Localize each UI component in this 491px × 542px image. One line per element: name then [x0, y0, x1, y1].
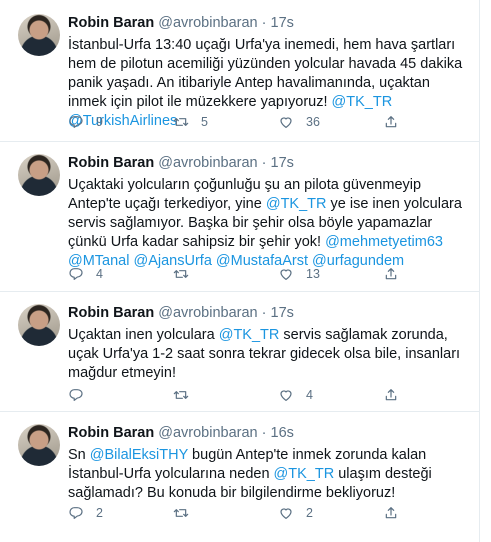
author-handle[interactable]: @avrobinbaran [158, 155, 257, 171]
tweet-text-segment: İstanbul-Urfa 13:40 uçağı Urfa'ya inemed… [68, 37, 463, 110]
tweet-actions: 4 13 [68, 266, 413, 282]
tweet-text-segment: Sn [68, 447, 90, 463]
mention-link[interactable]: @BilalEksiTHY [90, 447, 188, 463]
separator-dot: · [261, 15, 267, 31]
tweet[interactable]: Robin Baran @avrobinbaran · 17s Uçaktan … [0, 292, 479, 412]
share-icon [385, 507, 397, 519]
like-count: 2 [306, 506, 313, 520]
heart-icon [280, 117, 292, 128]
retweet-button[interactable] [173, 505, 278, 521]
avatar[interactable] [18, 424, 60, 466]
share-icon [385, 116, 397, 128]
tweet-actions: 4 [68, 387, 413, 403]
avatar[interactable] [18, 304, 60, 346]
retweet-icon [173, 270, 189, 278]
timestamp[interactable]: 17s [271, 305, 294, 321]
reply-count: 2 [96, 506, 103, 520]
tweet-actions: 9 5 36 [68, 114, 413, 130]
author-name[interactable]: Robin Baran [68, 15, 154, 31]
tweet-header: Robin Baran @avrobinbaran · 17s [68, 154, 469, 172]
reply-icon [69, 507, 83, 519]
reply-count: 4 [96, 267, 103, 281]
tweet-header: Robin Baran @avrobinbaran · 16s [68, 424, 469, 442]
mention-link[interactable]: @TK_TR [332, 94, 393, 110]
avatar[interactable] [18, 14, 60, 56]
retweet-button[interactable] [173, 266, 278, 282]
reply-button[interactable]: 4 [68, 266, 173, 282]
separator-dot: · [261, 305, 267, 321]
tweet-text: Sn @BilalEksiTHY bugün Antep'te inmek zo… [68, 446, 469, 503]
reply-count: 9 [96, 115, 103, 129]
tweet-actions: 2 2 [68, 505, 413, 521]
tweet-header: Robin Baran @avrobinbaran · 17s [68, 304, 469, 322]
retweet-icon [173, 509, 189, 517]
tweet-text: Uçaktaki yolcuların çoğunluğu şu an pilo… [68, 176, 469, 271]
author-name[interactable]: Robin Baran [68, 155, 154, 171]
mention-link[interactable]: @TK_TR [274, 466, 335, 482]
like-count: 36 [306, 115, 320, 129]
like-button[interactable]: 13 [278, 266, 383, 282]
author-handle[interactable]: @avrobinbaran [158, 425, 257, 441]
retweet-icon [173, 118, 189, 126]
mention-link[interactable]: @TK_TR [219, 327, 280, 343]
share-button[interactable] [383, 505, 413, 521]
author-name[interactable]: Robin Baran [68, 425, 154, 441]
mention-link[interactable]: @TK_TR [266, 196, 327, 212]
tweet-header: Robin Baran @avrobinbaran · 17s [68, 14, 469, 32]
heart-icon [280, 508, 292, 519]
like-button[interactable]: 2 [278, 505, 383, 521]
like-button[interactable]: 36 [278, 114, 383, 130]
separator-dot: · [261, 155, 267, 171]
heart-icon [280, 269, 292, 280]
tweet-text-segment: Uçaktan inen yolculara [68, 327, 219, 343]
author-handle[interactable]: @avrobinbaran [158, 15, 257, 31]
share-icon [385, 389, 397, 401]
share-button[interactable] [383, 266, 413, 282]
retweet-icon [173, 391, 189, 399]
heart-icon [280, 390, 292, 401]
reply-button[interactable]: 2 [68, 505, 173, 521]
author-handle[interactable]: @avrobinbaran [158, 305, 257, 321]
tweet-thread: Robin Baran @avrobinbaran · 17s İstanbul… [0, 0, 480, 542]
reply-icon [69, 389, 83, 401]
retweet-button[interactable] [173, 387, 278, 403]
share-icon [385, 268, 397, 280]
like-count: 13 [306, 267, 320, 281]
timestamp[interactable]: 17s [271, 155, 294, 171]
tweet[interactable]: Robin Baran @avrobinbaran · 17s İstanbul… [0, 0, 479, 142]
like-count: 4 [306, 388, 313, 402]
reply-button[interactable] [68, 387, 173, 403]
timestamp[interactable]: 16s [271, 425, 294, 441]
share-button[interactable] [383, 387, 413, 403]
reply-icon [69, 268, 83, 280]
retweet-button[interactable]: 5 [173, 114, 278, 130]
tweet[interactable]: Robin Baran @avrobinbaran · 16s Sn @Bila… [0, 412, 479, 542]
reply-button[interactable]: 9 [68, 114, 173, 130]
tweet-text: Uçaktan inen yolculara @TK_TR servis sağ… [68, 326, 469, 383]
timestamp[interactable]: 17s [271, 15, 294, 31]
share-button[interactable] [383, 114, 413, 130]
retweet-count: 5 [201, 115, 208, 129]
tweet[interactable]: Robin Baran @avrobinbaran · 17s Uçaktaki… [0, 142, 479, 292]
reply-icon [69, 116, 83, 128]
separator-dot: · [261, 425, 267, 441]
author-name[interactable]: Robin Baran [68, 305, 154, 321]
mention-link[interactable]: @mehmetyetim63 [325, 234, 443, 250]
like-button[interactable]: 4 [278, 387, 383, 403]
avatar[interactable] [18, 154, 60, 196]
